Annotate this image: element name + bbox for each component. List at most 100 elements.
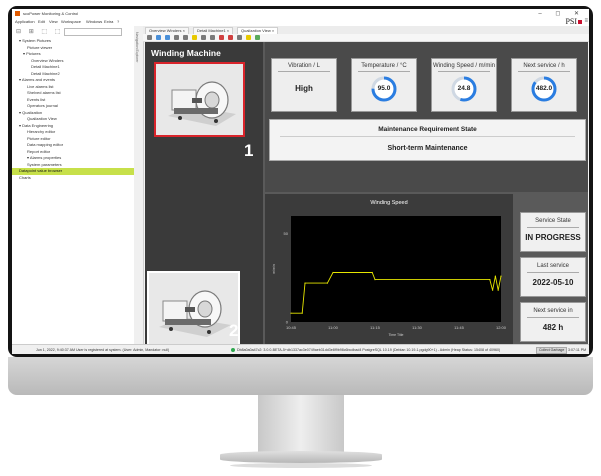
- card-divider: [438, 71, 490, 72]
- status-clock: 3:07:11 PM: [568, 348, 587, 352]
- winding-machine-illustration: [149, 273, 238, 344]
- card-divider: [278, 71, 330, 72]
- toolbar-tool-icon[interactable]: [210, 35, 215, 40]
- data-point: [326, 282, 328, 284]
- toolbar-tool-icon[interactable]: [165, 35, 170, 40]
- gauge-value: 482.0: [535, 85, 553, 92]
- card-label: Temperature / °C: [361, 63, 407, 69]
- card-divider: [518, 71, 570, 72]
- maintenance-divider: [280, 136, 575, 137]
- menu-view[interactable]: View: [49, 19, 58, 24]
- toolbar-tool-icon[interactable]: [246, 35, 251, 40]
- card-label: Next service / h: [523, 63, 565, 69]
- connection-status-icon: [231, 348, 235, 352]
- stat-divider: [527, 227, 579, 228]
- machine-2-number: 2: [229, 321, 239, 340]
- y-tick-label: 0: [286, 320, 289, 325]
- navigator-side-tab[interactable]: Navigation Explorer: [134, 26, 144, 344]
- toolbar-tool-icon[interactable]: [174, 35, 179, 40]
- toolbar-tool-icon[interactable]: [228, 35, 233, 40]
- gauge-value: 24.8: [457, 85, 471, 92]
- maintenance-state-panel: Maintenance Requirement State Short-term…: [269, 119, 586, 161]
- card-divider: [358, 71, 410, 72]
- y-axis-label: m/min: [272, 264, 276, 274]
- machine-column: Winding Machine 1 2: [145, 42, 263, 346]
- editor-toolbar: [143, 34, 589, 42]
- maintenance-state: Short-term Maintenance: [387, 145, 468, 152]
- more-menu-icon[interactable]: ≡: [584, 18, 588, 24]
- toolbar-tool-icon[interactable]: [237, 35, 242, 40]
- monitor-stand-foot: [220, 451, 382, 463]
- card-label: Winding Speed / m/min: [432, 63, 496, 69]
- psi-logo-mark: [578, 20, 582, 24]
- stat-label: Service State: [535, 218, 571, 224]
- nav-tree-item[interactable]: Charts: [12, 175, 134, 182]
- monitor-stand-neck: [258, 395, 344, 453]
- data-point: [374, 279, 376, 281]
- tab-qualization-view[interactable]: Qualization View ×: [237, 27, 279, 34]
- navigator-search-input[interactable]: [64, 28, 122, 36]
- y-tick-label: 50: [284, 231, 289, 236]
- psi-logo: PSI: [565, 17, 577, 26]
- stat-label: Last service: [536, 263, 569, 269]
- stat-value: 2022-05-10: [532, 278, 574, 287]
- toolbar-tool-icon[interactable]: [255, 35, 260, 40]
- x-tick-label: 11:45: [454, 325, 464, 330]
- next-service-in-card: Next service in 482 h: [520, 302, 586, 342]
- gauge-value: 95.0: [377, 85, 391, 92]
- toolbar-tool-icon[interactable]: [183, 35, 188, 40]
- tab-overview-winders[interactable]: Overview Winders ×: [145, 27, 189, 34]
- winding-machine-dashboard: Winding Machine 1 2 Vibration / L High T…: [145, 42, 588, 346]
- last-service-card: Last service 2022-05-10: [520, 257, 586, 297]
- service-state-card: Service State IN PROGRESS: [520, 212, 586, 252]
- vibration-card: Vibration / L High: [271, 58, 337, 112]
- plot-area: [291, 216, 501, 322]
- monitor-chin: [8, 357, 593, 395]
- toolbar-tool-icon[interactable]: [147, 35, 152, 40]
- collect-garbage-button[interactable]: Collect Garbage: [536, 347, 568, 354]
- stat-value: IN PROGRESS: [525, 233, 581, 242]
- window-titlebar: scoPower Monitoring & Control – ◻ ✕: [12, 9, 589, 18]
- card-value: High: [295, 84, 313, 93]
- winding-speed-chart: Winding Speed 10:45 11:00 11:15 11:30 11:45 1…: [265, 194, 513, 344]
- chart-canvas[interactable]: 10:45 11:00 11:15 11:30 11:45 12:00 0 50 m/min Ti…: [265, 194, 513, 344]
- navigator-side-tab-label: Navigation Explorer: [135, 32, 139, 63]
- data-point: [304, 282, 306, 284]
- data-point: [500, 275, 502, 277]
- x-tick-label: 11:15: [370, 325, 380, 330]
- dashboard-title: Winding Machine: [151, 48, 221, 58]
- menu-workspace[interactable]: Workspace: [61, 19, 81, 24]
- kpi-panel: Vibration / L High Temperature / °C 95.0…: [265, 42, 588, 192]
- app-icon: [15, 11, 20, 16]
- menu-edit[interactable]: Edit: [38, 19, 45, 24]
- x-tick-label: 11:00: [328, 325, 338, 330]
- toolbar-tool-icon[interactable]: [219, 35, 224, 40]
- toolbar-tool-icon[interactable]: [201, 35, 206, 40]
- machine-1-number: 1: [244, 141, 254, 160]
- menu-help[interactable]: ?: [117, 19, 119, 24]
- x-tick-label: 12:00: [496, 325, 507, 330]
- data-point: [290, 312, 292, 314]
- machine-2-image[interactable]: [147, 271, 240, 346]
- tab-detail-machine1[interactable]: Detail Machine1 ×: [193, 27, 234, 34]
- navigation-explorer: ⊟ ⊞ ⬚ ⬚ ⊕ ▾ System Pictures Picture viewe…: [12, 26, 135, 344]
- menu-windows[interactable]: Windows: [86, 19, 102, 24]
- maintenance-title: Maintenance Requirement State: [378, 126, 477, 133]
- navigator-tree: ▾ System Pictures Picture viewer ▾ Picture…: [12, 38, 134, 181]
- x-tick-label: 10:45: [286, 325, 297, 330]
- toolbar-tool-icon[interactable]: [192, 35, 197, 40]
- next-service-card: Next service / h 482.0: [511, 58, 577, 112]
- x-tick-label: 11:30: [412, 325, 422, 330]
- machine-1-image[interactable]: [154, 62, 245, 137]
- stand-shadow: [230, 463, 372, 468]
- toolbar-tool-icon[interactable]: [156, 35, 161, 40]
- stat-divider: [527, 272, 579, 273]
- menu-extra[interactable]: Extra: [104, 19, 113, 24]
- window-controls[interactable]: – ◻ ✕: [538, 10, 585, 17]
- data-point: [492, 289, 494, 291]
- menu-application[interactable]: Application: [15, 19, 35, 24]
- temperature-card: Temperature / °C 95.0: [351, 58, 417, 112]
- data-point: [371, 271, 373, 274]
- connection-info: Db8a0a0a47c2: 3.0.0-BETA-5+db1337ac3e074…: [237, 348, 501, 352]
- winding-speed-card: Winding Speed / m/min 24.8: [431, 58, 497, 112]
